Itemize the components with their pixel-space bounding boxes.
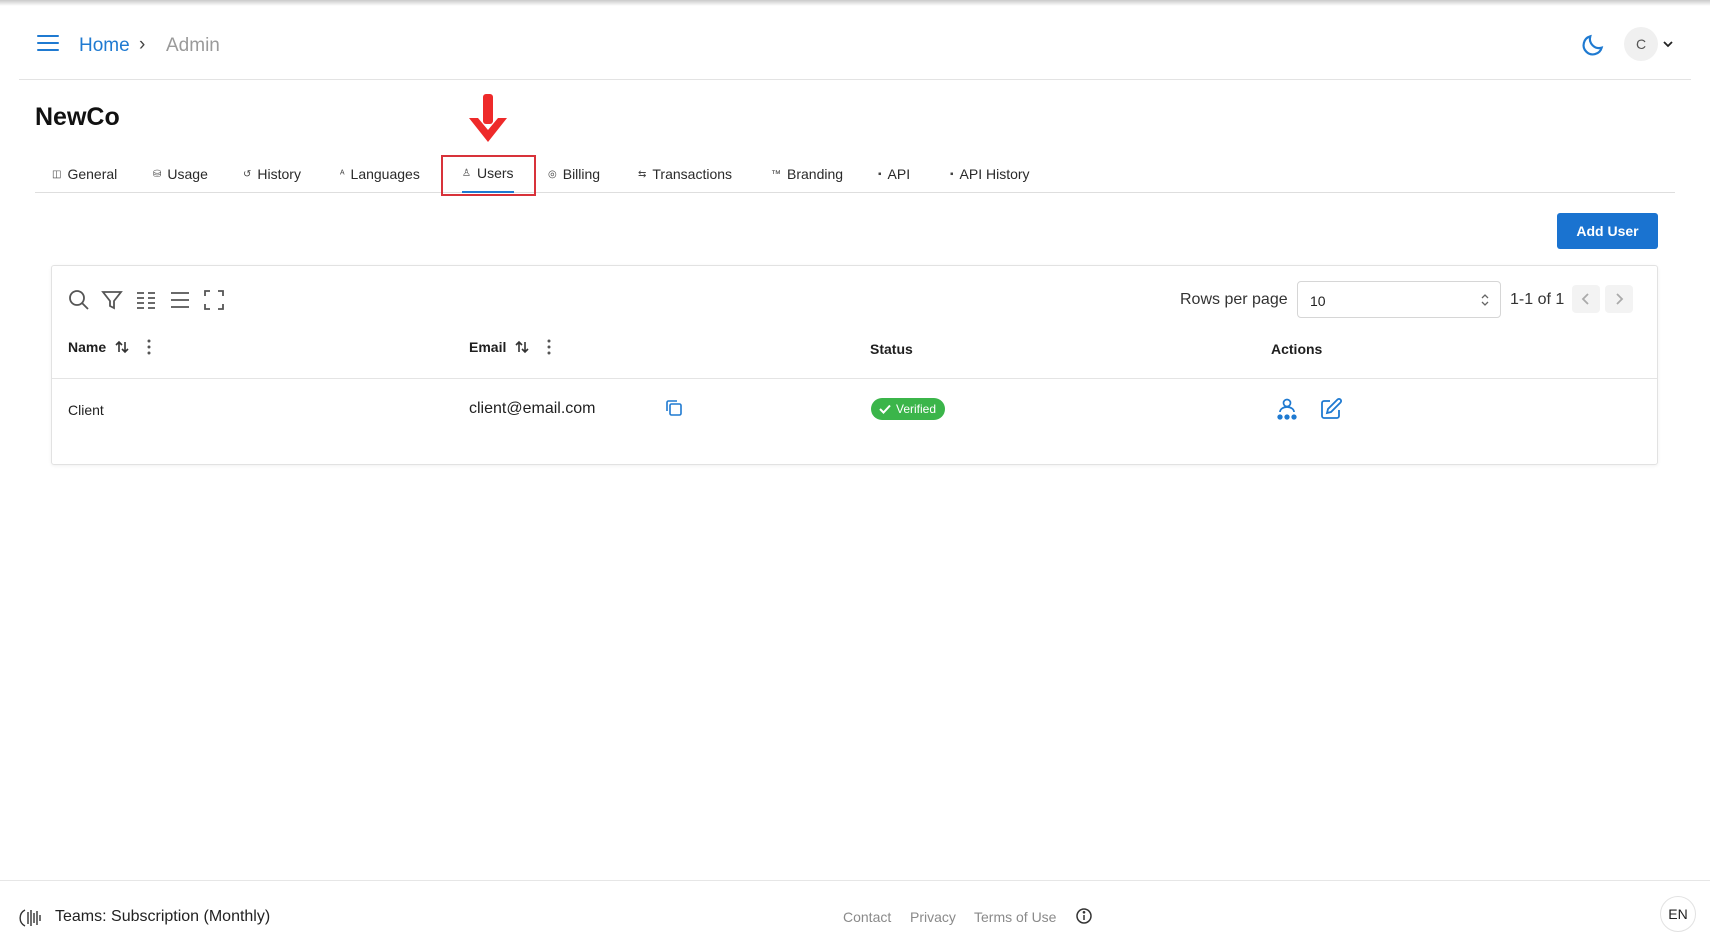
users-table: Rows per page 10 1-1 of 1 Name Email Sta… <box>51 265 1658 465</box>
chevron-right-icon: › <box>139 34 146 55</box>
status-badge: Verified <box>871 398 946 420</box>
column-header-name[interactable]: Name <box>68 338 152 356</box>
impersonate-user-icon[interactable] <box>1275 397 1299 421</box>
next-page-button[interactable] <box>1605 285 1633 313</box>
fullscreen-icon[interactable] <box>202 288 226 312</box>
column-menu-icon[interactable] <box>146 338 152 356</box>
table-header-divider <box>52 378 1657 379</box>
tab-label: Transactions <box>652 166 733 182</box>
user-email: client@email.com <box>469 400 596 417</box>
density-icon[interactable] <box>168 288 192 312</box>
add-user-button[interactable]: Add User <box>1557 213 1658 249</box>
sort-icon[interactable] <box>514 339 530 355</box>
chevron-down-icon[interactable] <box>1662 38 1674 50</box>
tab-api-history[interactable]: ▪ API History <box>950 155 1030 193</box>
select-arrows-icon <box>1481 294 1489 306</box>
column-header-status: Status <box>870 341 913 357</box>
avatar[interactable]: C <box>1624 27 1658 61</box>
api-icon: ▪ <box>950 168 954 180</box>
copy-icon[interactable] <box>664 398 684 418</box>
subscription-plan: Teams: Subscription (Monthly) <box>55 908 271 925</box>
translate-icon: ᴬ <box>340 168 345 180</box>
filter-icon[interactable] <box>100 288 124 312</box>
column-email-label: Email <box>469 339 507 355</box>
rows-per-page-label: Rows per page <box>1180 291 1288 308</box>
history-icon: ↺ <box>243 168 252 180</box>
language-button[interactable]: EN <box>1660 896 1696 932</box>
rows-per-page-select[interactable]: 10 <box>1297 281 1501 318</box>
page-title: NewCo <box>35 103 120 131</box>
tab-label: API History <box>959 166 1030 182</box>
annotation-highlight <box>441 155 536 196</box>
info-icon[interactable] <box>1075 907 1093 925</box>
user-name: Client <box>68 402 104 418</box>
logo-icon <box>19 909 41 927</box>
chevron-right-icon <box>1616 293 1624 305</box>
footer: Teams: Subscription (Monthly) Contact Pr… <box>0 880 1710 945</box>
pagination-info: 1-1 of 1 <box>1510 291 1565 308</box>
terms-link[interactable]: Terms of Use <box>974 909 1056 925</box>
coins-icon: ◎ <box>548 168 557 180</box>
top-header: Home › Admin C <box>19 10 1691 80</box>
tab-label: API <box>887 166 911 182</box>
tab-branding[interactable]: ™ Branding <box>771 155 843 193</box>
contact-link[interactable]: Contact <box>843 909 891 925</box>
column-header-email[interactable]: Email <box>469 338 552 356</box>
sort-icon[interactable] <box>114 339 130 355</box>
chevron-left-icon <box>1581 293 1589 305</box>
tab-label: Languages <box>350 166 420 182</box>
column-header-actions: Actions <box>1271 341 1323 357</box>
top-shadow <box>0 0 1710 6</box>
column-name-label: Name <box>68 339 107 355</box>
tab-usage[interactable]: ⛁ Usage <box>153 155 208 193</box>
rows-per-page-value: 10 <box>1310 293 1326 309</box>
check-icon <box>879 404 891 414</box>
annotation-arrow <box>469 94 507 142</box>
edit-icon[interactable] <box>1319 397 1343 421</box>
tab-languages[interactable]: ᴬ Languages <box>340 155 420 193</box>
tab-api[interactable]: ▪ API <box>878 155 910 193</box>
breadcrumb-home[interactable]: Home <box>79 35 130 57</box>
cylinder-icon: ⛁ <box>153 168 162 180</box>
tab-label: Branding <box>787 166 844 182</box>
prev-page-button[interactable] <box>1572 285 1600 313</box>
tab-label: General <box>67 166 118 182</box>
tab-bar: ◫ General ⛁ Usage ↺ History ᴬ Languages … <box>35 155 1675 193</box>
column-menu-icon[interactable] <box>546 338 552 356</box>
tab-transactions[interactable]: ⇆ Transactions <box>638 155 732 193</box>
search-icon[interactable] <box>67 288 91 312</box>
tab-billing[interactable]: ◎ Billing <box>548 155 600 193</box>
privacy-link[interactable]: Privacy <box>910 909 956 925</box>
moon-icon[interactable] <box>1580 32 1606 58</box>
api-icon: ▪ <box>878 168 882 180</box>
menu-icon[interactable] <box>37 35 59 55</box>
columns-icon[interactable] <box>134 288 158 312</box>
status-label: Verified <box>896 402 937 416</box>
trademark-icon: ™ <box>771 168 781 180</box>
tab-label: Billing <box>562 166 601 182</box>
tab-label: Usage <box>167 166 208 182</box>
tab-label: History <box>257 166 301 182</box>
tab-history[interactable]: ↺ History <box>243 155 301 193</box>
exchange-icon: ⇆ <box>638 168 647 180</box>
tab-general[interactable]: ◫ General <box>52 155 117 193</box>
breadcrumb-current: Admin <box>166 35 220 56</box>
info-square-icon: ◫ <box>52 168 62 180</box>
